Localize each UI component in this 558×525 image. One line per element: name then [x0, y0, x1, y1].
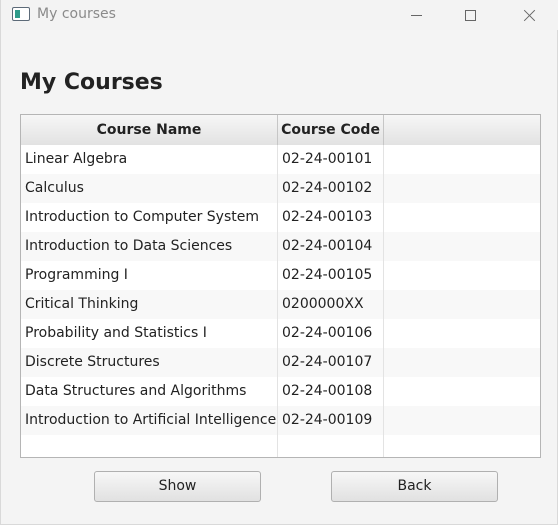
filler-cell: [384, 406, 540, 435]
app-window: My courses My Courses Course Name Course…: [0, 0, 558, 525]
course-code-cell: 0200000XX: [278, 290, 384, 319]
course-code-cell: 02-24-00107: [278, 348, 384, 377]
filler-cell: [384, 174, 540, 203]
course-name-cell: Calculus: [21, 174, 278, 203]
course-name-cell: Probability and Statistics I: [21, 319, 278, 348]
title-bar[interactable]: My courses: [1, 0, 558, 30]
table-row[interactable]: Linear Algebra 02-24-00101: [21, 145, 540, 174]
close-button[interactable]: [506, 0, 552, 30]
minimize-button[interactable]: [393, 0, 439, 30]
page-title: My Courses: [20, 70, 163, 95]
filler-cell: [384, 290, 540, 319]
course-name-cell: Introduction to Data Sciences: [21, 232, 278, 261]
course-code-cell: 02-24-00109: [278, 406, 384, 435]
table-row[interactable]: Calculus 02-24-00102: [21, 174, 540, 203]
filler-cell: [384, 319, 540, 348]
filler-cell: [384, 232, 540, 261]
table-header: Course Name Course Code: [21, 115, 540, 146]
course-code-cell: [278, 435, 384, 457]
table-row[interactable]: Programming I 02-24-00105: [21, 261, 540, 290]
course-code-cell: 02-24-00101: [278, 145, 384, 174]
table-row[interactable]: Data Structures and Algorithms 02-24-0010…: [21, 377, 540, 406]
table-row[interactable]: Introduction to Data Sciences 02-24-00104: [21, 232, 540, 261]
filler-cell: [384, 203, 540, 232]
course-name-cell: Data Structures and Algorithms: [21, 377, 278, 406]
course-name-cell: Critical Thinking: [21, 290, 278, 319]
close-icon: [522, 8, 536, 22]
course-code-cell: 02-24-00103: [278, 203, 384, 232]
app-icon: [12, 7, 30, 21]
filler-cell: [384, 435, 540, 457]
back-button[interactable]: Back: [331, 471, 498, 502]
courses-table[interactable]: Course Name Course Code Linear Algebra 02…: [20, 114, 541, 458]
column-header-filler: [384, 115, 540, 145]
course-code-cell: 02-24-00108: [278, 377, 384, 406]
course-name-cell: Discrete Structures: [21, 348, 278, 377]
column-header-course-code[interactable]: Course Code: [278, 115, 384, 145]
table-row[interactable]: Discrete Structures 02-24-00107: [21, 348, 540, 377]
course-code-cell: 02-24-00102: [278, 174, 384, 203]
course-name-cell: Introduction to Computer System: [21, 203, 278, 232]
course-code-cell: 02-24-00106: [278, 319, 384, 348]
course-name-cell: Programming I: [21, 261, 278, 290]
table-row[interactable]: Probability and Statistics I 02-24-00106: [21, 319, 540, 348]
filler-cell: [384, 261, 540, 290]
show-button[interactable]: Show: [94, 471, 261, 502]
course-name-cell: Introduction to Artificial Intelligence: [21, 406, 278, 435]
minimize-icon: [410, 14, 422, 16]
table-body: Linear Algebra 02-24-00101 Calculus 02-24-0…: [21, 145, 540, 457]
table-row[interactable]: Introduction to Computer System 02-24-001…: [21, 203, 540, 232]
filler-cell: [384, 348, 540, 377]
maximize-button[interactable]: [447, 0, 493, 30]
course-name-cell: Linear Algebra: [21, 145, 278, 174]
table-row[interactable]: Critical Thinking 0200000XX: [21, 290, 540, 319]
window-title: My courses: [37, 6, 116, 22]
column-header-course-name[interactable]: Course Name: [21, 115, 278, 145]
filler-cell: [384, 377, 540, 406]
table-row[interactable]: [21, 435, 540, 457]
maximize-icon: [464, 9, 476, 21]
course-name-cell: [21, 435, 278, 457]
course-code-cell: 02-24-00104: [278, 232, 384, 261]
table-row[interactable]: Introduction to Artificial Intelligence 0…: [21, 406, 540, 435]
course-code-cell: 02-24-00105: [278, 261, 384, 290]
filler-cell: [384, 145, 540, 174]
